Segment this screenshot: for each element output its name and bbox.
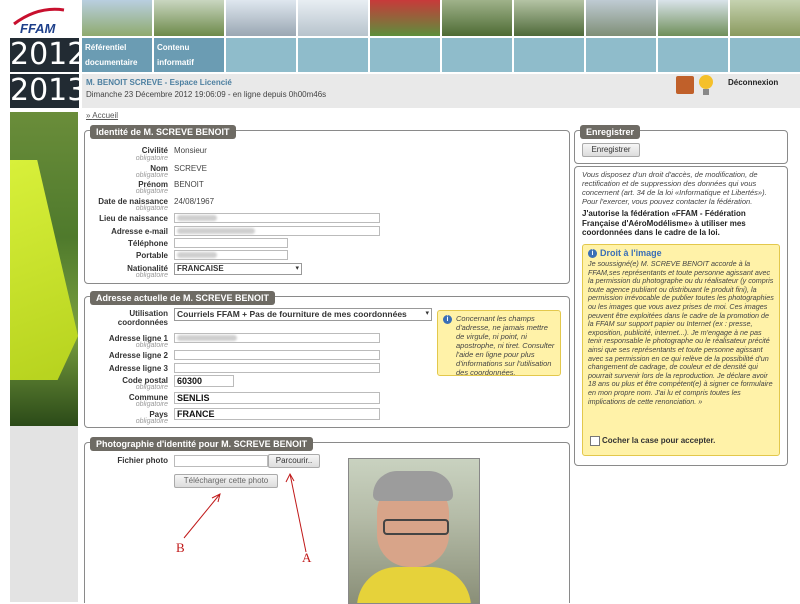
required-hint: obligatoire <box>135 418 168 425</box>
header-photo-strip <box>82 0 800 36</box>
required-hint: obligatoire <box>135 384 168 391</box>
email-input[interactable] <box>174 226 380 236</box>
dob-value: 24/08/1967 <box>174 197 215 206</box>
address-title: Adresse actuelle de M. SCREVE BENOIT <box>90 291 276 305</box>
logout-link[interactable]: Déconnexion <box>728 78 778 87</box>
address-line1-input[interactable] <box>174 333 380 343</box>
save-button[interactable]: Enregistrer <box>582 143 640 157</box>
tel-input[interactable] <box>174 238 288 248</box>
address-info-text: Concernant les champs d'adresse, ne jama… <box>456 314 555 377</box>
breadcrumb[interactable]: » Accueil <box>86 111 118 120</box>
privacy-text: Vous disposez d'un droit d'accès, de mod… <box>582 170 767 206</box>
tel-label: Téléphone <box>127 239 168 248</box>
accept-label[interactable]: Cocher la case pour accepter. <box>602 436 715 445</box>
required-hint: obligatoire <box>135 188 168 195</box>
required-hint: obligatoire <box>135 205 168 212</box>
nationalite-select[interactable]: FRANCAISE ▾ <box>174 263 302 275</box>
required-hint: obligatoire <box>135 401 168 408</box>
portable-input[interactable] <box>174 250 288 260</box>
portable-label: Portable <box>135 251 168 260</box>
image-rights-title: Droit à l'image <box>600 248 662 258</box>
user-space: - Espace Licencié <box>162 78 232 87</box>
session-date: Dimanche 23 Décembre 2012 19:06:09 - en … <box>86 90 327 99</box>
address-line3-input[interactable] <box>174 363 380 373</box>
menu-tile[interactable] <box>370 38 440 72</box>
prenom-value: BENOIT <box>174 180 204 189</box>
pays-input[interactable]: FRANCE <box>174 408 380 420</box>
required-hint: obligatoire <box>135 342 168 349</box>
required-hint: obligatoire <box>135 155 168 162</box>
postal-code-input[interactable]: 60300 <box>174 375 234 387</box>
menu-tile[interactable] <box>226 38 296 72</box>
info-icon: i <box>443 315 452 324</box>
nationalite-value: FRANCAISE <box>177 264 224 273</box>
menu-referentiel[interactable]: Référentiel documentaire <box>82 38 152 72</box>
address-line2-input[interactable] <box>174 350 380 360</box>
image-rights-text: Je soussigné(e) M. SCREVE BENOIT accorde… <box>588 259 774 406</box>
lieu-input[interactable] <box>174 213 380 223</box>
menu-contenu[interactable]: Contenu informatif <box>154 38 224 72</box>
lightbulb-base <box>703 89 709 95</box>
side-gray-panel <box>10 426 78 602</box>
accept-checkbox[interactable] <box>590 436 600 446</box>
user-info: M. BENOIT SCREVE - Espace Licencié <box>86 78 232 87</box>
user-name[interactable]: M. BENOIT SCREVE <box>86 78 162 87</box>
email-label: Adresse e-mail <box>111 227 168 236</box>
ffam-logo[interactable]: FFAM <box>8 4 70 38</box>
civilite-label: Civilité <box>141 146 168 155</box>
usage-select[interactable]: Courriels FFAM + Pas de fourniture de me… <box>174 308 432 321</box>
id-photo <box>348 458 480 604</box>
year-2012: 2012 <box>10 37 87 72</box>
required-hint: obligatoire <box>135 272 168 279</box>
l3-label: Adresse ligne 3 <box>108 364 168 373</box>
usage-value: Courriels FFAM + Pas de fourniture de me… <box>177 309 407 319</box>
breadcrumb-home[interactable]: Accueil <box>92 111 118 120</box>
nom-value: SCREVE <box>174 164 207 173</box>
chevron-down-icon: ▾ <box>295 265 299 272</box>
menu-tile[interactable] <box>514 38 584 72</box>
menu-tile[interactable] <box>586 38 656 72</box>
archive-box-icon[interactable] <box>676 76 694 94</box>
menu-tile[interactable] <box>442 38 512 72</box>
file-label: Fichier photo <box>117 456 168 465</box>
usage-label: Utilisation coordonnées <box>117 309 168 327</box>
identity-title: Identité de M. SCREVE BENOIT <box>90 125 236 139</box>
l2-label: Adresse ligne 2 <box>108 351 168 360</box>
svg-text:FFAM: FFAM <box>20 21 57 36</box>
year-2013: 2013 <box>10 73 87 108</box>
menu-tile[interactable] <box>298 38 368 72</box>
required-hint: obligatoire <box>135 172 168 179</box>
lightbulb-icon[interactable] <box>699 75 713 89</box>
civilite-value: Monsieur <box>174 146 207 155</box>
chevron-down-icon: ▾ <box>425 310 429 317</box>
menu-tile[interactable] <box>658 38 728 72</box>
address-info-box: i Concernant les champs d'adresse, ne ja… <box>437 310 561 377</box>
annotation-b: B <box>176 540 185 555</box>
save-title: Enregistrer <box>580 125 641 139</box>
menu-tile[interactable] <box>730 38 800 72</box>
commune-input[interactable]: SENLIS <box>174 392 380 404</box>
photo-title: Photographie d'identité pour M. SCREVE B… <box>90 437 314 451</box>
info-icon: i <box>588 249 597 258</box>
lieu-label: Lieu de naissance <box>99 214 168 223</box>
main-menu: Référentiel documentaire Contenu informa… <box>82 38 800 72</box>
privacy-consent: J'autorise la fédération «FFAM - Fédérat… <box>582 209 746 237</box>
annotation-a: A <box>302 550 312 565</box>
